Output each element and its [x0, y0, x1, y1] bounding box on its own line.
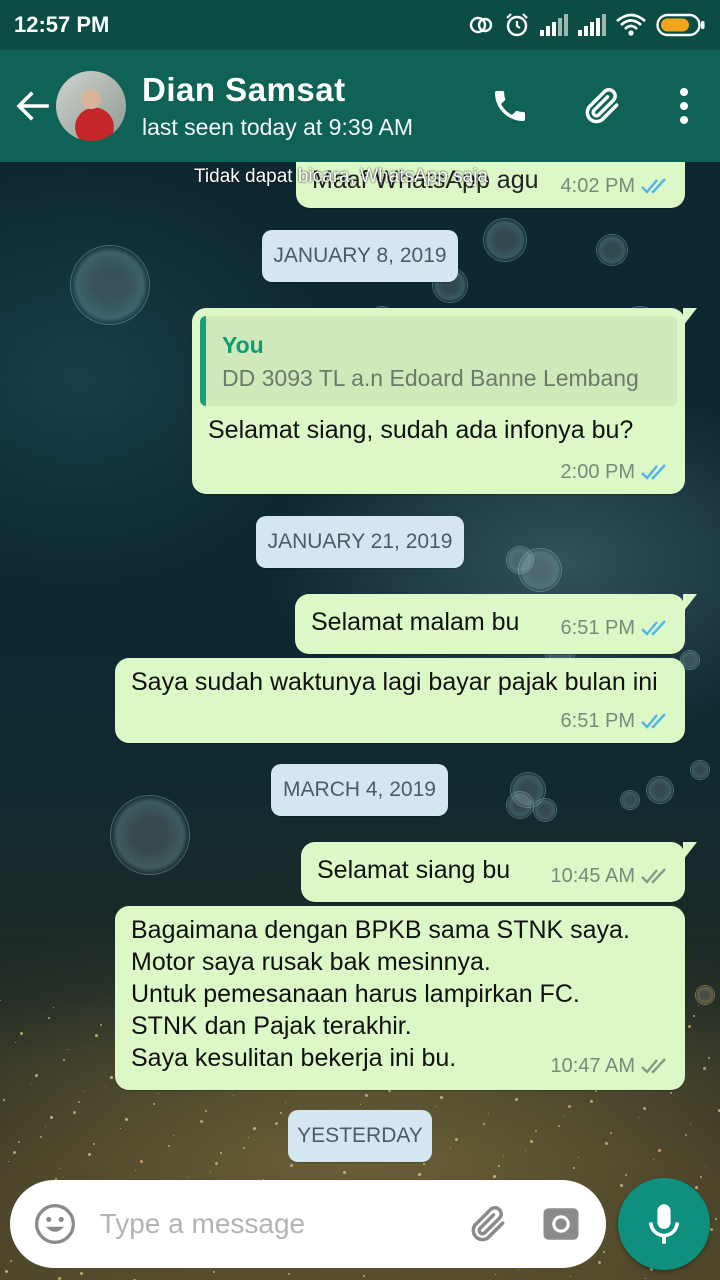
delivered-ticks-icon [641, 1058, 666, 1074]
message-bubble[interactable]: Selamat siang bu 10:45 AM [301, 842, 697, 902]
wifi-icon [616, 13, 646, 36]
wallpaper-sparkle [417, 1173, 421, 1176]
wallpaper-sparkle [597, 1261, 601, 1264]
message-input-bar [10, 1180, 606, 1268]
quote-author: You [222, 332, 264, 358]
sync-icon [469, 16, 493, 34]
message-meta: 6:51 PM [561, 612, 671, 644]
status-icons [468, 12, 706, 38]
message-bubble[interactable]: You DD 3093 TL a.n Edoard Banne Lembang … [192, 308, 697, 494]
message-time: 10:45 AM [550, 865, 635, 887]
message-time: 6:51 PM [560, 710, 635, 732]
contact-info[interactable]: Dian Samsat last seen today at 9:39 AM [142, 70, 464, 142]
header-actions [464, 50, 720, 162]
wallpaper-sparkle [602, 1251, 605, 1253]
wallpaper-sparkle [645, 1278, 646, 1279]
read-ticks-icon [641, 464, 666, 480]
signal-icon [540, 14, 568, 36]
message-meta: 2:00 PM [561, 456, 671, 488]
message-bubble[interactable]: Bagaimana dengan BPKB sama STNK saya. Mo… [115, 906, 685, 1090]
message-text: Bagaimana dengan BPKB sama STNK saya. Mo… [115, 906, 685, 1074]
more-vert-icon [680, 88, 688, 124]
message-meta: 4:02 PM [561, 170, 671, 202]
contact-status: last seen today at 9:39 AM [142, 114, 414, 140]
wallpaper-sparkle [212, 1271, 215, 1273]
delivered-ticks-icon [641, 868, 666, 884]
chat-area[interactable]: Tidak dapat bicara, WhatsApp saja Maaf W… [0, 162, 720, 1170]
wallpaper-sparkle [570, 1276, 571, 1277]
avatar[interactable] [56, 71, 126, 141]
signal-icon [578, 14, 606, 36]
message-line: STNK dan Pajak terakhir. [131, 1012, 412, 1040]
date-divider: YESTERDAY [288, 1110, 432, 1162]
quoted-message[interactable]: You DD 3093 TL a.n Edoard Banne Lembang [200, 316, 677, 406]
attach-button[interactable] [461, 1196, 515, 1252]
overlay-banner: Tidak dapat bicara, WhatsApp saja [194, 166, 488, 187]
message-meta: 6:51 PM [561, 705, 671, 737]
wallpaper-sparkle [517, 1269, 519, 1270]
wallpaper-sparkle [625, 1174, 627, 1176]
wallpaper-sparkle [342, 1171, 346, 1174]
quote-text: DD 3093 TL a.n Edoard Banne Lembang [222, 365, 639, 391]
mic-icon [649, 1204, 679, 1244]
message-time: 10:47 AM [550, 1055, 635, 1077]
emoji-button[interactable] [28, 1196, 82, 1252]
wallpaper-sparkle [135, 1170, 136, 1171]
voice-message-button[interactable] [618, 1178, 710, 1270]
date-divider: JANUARY 21, 2019 [256, 516, 464, 568]
contact-name: Dian Samsat [142, 71, 346, 108]
wallpaper-sparkle [80, 1272, 83, 1275]
voice-call-button[interactable] [464, 50, 556, 162]
date-divider: JANUARY 8, 2019 [262, 230, 458, 282]
message-line: Motor saya rusak bak mesinnya. [131, 948, 491, 976]
phone-icon [495, 91, 525, 121]
read-ticks-icon [641, 713, 666, 729]
wallpaper-sparkle [362, 1275, 365, 1277]
message-time: 2:00 PM [560, 461, 635, 483]
wallpaper-sparkle [700, 1176, 702, 1178]
camera-icon [543, 1208, 579, 1240]
paperclip-icon [585, 88, 619, 124]
message-bubble[interactable]: Selamat malam bu 6:51 PM [295, 594, 697, 654]
battery-icon [656, 13, 705, 37]
attach-button[interactable] [556, 50, 648, 162]
wallpaper-sparkle [495, 1274, 496, 1275]
message-text: Selamat siang, sudah ada infonya bu? [208, 416, 634, 444]
wallpaper-sparkle [710, 1228, 713, 1231]
status-bar: 12:57 PM [0, 0, 720, 50]
overflow-menu-button[interactable] [648, 50, 720, 162]
paperclip-icon [471, 1206, 504, 1242]
chat-header: Dian Samsat last seen today at 9:39 AM [0, 50, 720, 162]
wallpaper-sparkle [10, 1260, 12, 1262]
message-meta: 10:47 AM [550, 1050, 671, 1082]
message-text: Saya sudah waktunya lagi bayar pajak bul… [131, 668, 658, 696]
message-time: 6:51 PM [560, 617, 635, 639]
back-button[interactable] [0, 50, 56, 162]
camera-button[interactable] [534, 1196, 588, 1252]
wallpaper-sparkle [492, 1175, 496, 1178]
message-meta: 10:45 AM [550, 860, 671, 892]
status-time: 12:57 PM [14, 12, 110, 37]
wallpaper-sparkle [715, 1218, 717, 1220]
message-time: 4:02 PM [560, 175, 635, 197]
wallpaper-sparkle [287, 1273, 290, 1275]
date-divider: MARCH 4, 2019 [271, 764, 448, 816]
message-line: Untuk pemesanaan harus lampirkan FC. [131, 980, 580, 1008]
back-arrow-icon [16, 91, 49, 121]
message-input[interactable] [99, 1208, 461, 1240]
read-ticks-icon [641, 620, 666, 636]
emoji-icon [34, 1204, 75, 1244]
read-ticks-icon [641, 178, 666, 194]
message-bubble[interactable]: Saya sudah waktunya lagi bayar pajak bul… [115, 658, 685, 743]
wallpaper-sparkle [210, 1172, 211, 1173]
wallpaper-sparkle [5, 1270, 8, 1273]
message-line: Bagaimana dengan BPKB sama STNK saya. [131, 916, 630, 944]
wallpaper-sparkle [695, 1186, 698, 1189]
wallpaper-sparkle [620, 1184, 623, 1187]
wallpaper-sparkle [187, 1177, 189, 1178]
alarm-icon [506, 13, 528, 37]
